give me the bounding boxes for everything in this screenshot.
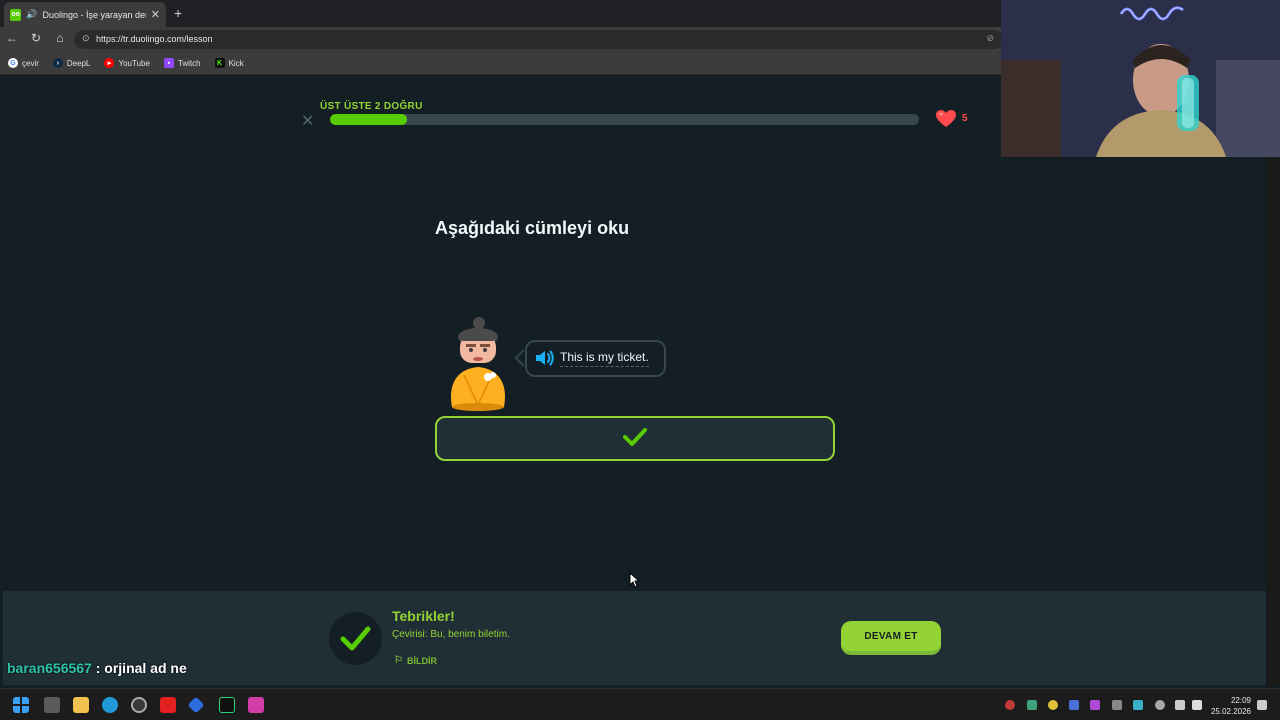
stream-chat-message: baran656567 : orjinal ad ne — [7, 660, 187, 676]
back-icon[interactable]: ← — [4, 31, 20, 45]
feedback-footer — [3, 591, 1266, 685]
bluetooth-icon[interactable] — [1069, 700, 1079, 710]
bookmark-label: DeepL — [66, 58, 91, 68]
lesson-progress-bar — [330, 114, 919, 125]
speaker-icon[interactable]: 🔊 — [26, 9, 37, 20]
close-lesson-icon[interactable]: ✕ — [301, 111, 314, 131]
network-icon[interactable] — [1175, 700, 1185, 710]
chevron-up-icon[interactable] — [1112, 700, 1122, 710]
vertical-scrollbar[interactable] — [1266, 76, 1280, 686]
feedback-translation: Çevirisi: Bu, benim biletim. — [392, 629, 510, 640]
deepl-icon: › — [52, 58, 63, 68]
close-tab-icon[interactable]: ✕ — [151, 8, 160, 21]
duolingo-favicon-icon: oo — [10, 8, 22, 21]
bookmark-deepl[interactable]: › DeepL — [52, 58, 91, 68]
windows-taskbar: 22:09 25.02.2026 — [0, 688, 1280, 720]
kick-icon: K — [214, 58, 225, 68]
character-illustration — [451, 317, 505, 411]
mouse-cursor-icon — [629, 572, 639, 588]
system-clock[interactable]: 22:09 25.02.2026 — [1207, 695, 1251, 717]
tray-app-icon[interactable] — [1090, 700, 1100, 710]
windows-start-icon[interactable] — [13, 697, 29, 713]
bookmark-label: Twitch — [177, 58, 201, 68]
streamer-webcam-image — [1001, 0, 1280, 157]
app-icon[interactable] — [187, 696, 205, 714]
bookmark-label: Kick — [228, 58, 244, 68]
media-player-icon[interactable] — [160, 697, 176, 713]
report-label: BİLDİR — [406, 655, 437, 666]
task-view-icon[interactable] — [44, 697, 60, 713]
url-text: https://tr.duolingo.com/lesson — [96, 34, 213, 44]
url-input[interactable]: ⊙ https://tr.duolingo.com/lesson ⊘ — [74, 30, 1004, 49]
bookmark-cevir[interactable]: G çevir — [8, 58, 39, 68]
feedback-title: Tebrikler! — [392, 608, 455, 624]
terminal-icon[interactable] — [219, 697, 235, 713]
flag-icon: ⚐ — [394, 655, 403, 666]
reload-icon[interactable]: ↻ — [28, 31, 44, 45]
home-icon[interactable]: ⌂ — [52, 31, 68, 45]
hearts-count: 5 — [962, 113, 968, 124]
tray-app-icon[interactable] — [1048, 700, 1058, 710]
edge-browser-icon[interactable] — [102, 697, 118, 713]
volume-icon[interactable] — [1192, 700, 1202, 710]
tracking-prevention-icon[interactable]: ⊘ — [986, 33, 994, 44]
twitch-icon: ▪ — [163, 58, 174, 68]
progress-fill — [330, 114, 407, 125]
webcam-overlay — [1001, 0, 1280, 157]
google-icon: G — [8, 58, 18, 68]
file-explorer-icon[interactable] — [73, 697, 89, 713]
lock-icon: ⊙ — [82, 33, 90, 43]
heart-icon — [936, 110, 956, 127]
chat-username: baran656567 — [7, 660, 92, 676]
bookmark-label: çevir — [22, 58, 39, 68]
continue-button[interactable]: DEVAM ET — [841, 621, 941, 655]
tray-app-icon[interactable] — [1133, 700, 1143, 710]
tray-app-icon[interactable] — [1005, 700, 1015, 710]
bookmark-youtube[interactable]: ▸ YouTube — [104, 58, 150, 68]
clock-time: 22:09 — [1230, 696, 1251, 705]
chat-text: : orjinal ad ne — [91, 660, 187, 676]
bookmark-label: YouTube — [118, 58, 150, 68]
sentence-text[interactable]: This is my ticket. — [560, 350, 649, 367]
obs-icon[interactable] — [248, 697, 264, 713]
new-tab-button[interactable]: + — [174, 5, 182, 21]
bookmark-kick[interactable]: K Kick — [214, 58, 244, 68]
prompt-title: Aşağıdaki cümleyi oku — [435, 218, 630, 238]
notification-bell-icon[interactable] — [1257, 700, 1267, 710]
browser-tab[interactable]: oo 🔊 Duolingo - İşe yarayan dersler ✕ — [4, 2, 166, 27]
report-button[interactable]: ⚐ BİLDİR — [394, 655, 437, 666]
microphone-icon[interactable] — [1155, 700, 1165, 710]
chatgpt-icon[interactable] — [131, 697, 147, 713]
bookmark-twitch[interactable]: ▪ Twitch — [163, 58, 201, 68]
tab-title: Duolingo - İşe yarayan dersler — [42, 9, 146, 20]
success-checkmark-icon — [340, 626, 371, 651]
audio-speaker-icon[interactable] — [535, 349, 555, 367]
tray-app-icon[interactable] — [1027, 700, 1037, 710]
clock-date: 25.02.2026 — [1210, 707, 1251, 716]
youtube-icon: ▸ — [104, 58, 115, 68]
streak-label: ÜST ÜSTE 2 DOĞRU — [320, 101, 423, 112]
checkmark-icon — [623, 428, 647, 446]
